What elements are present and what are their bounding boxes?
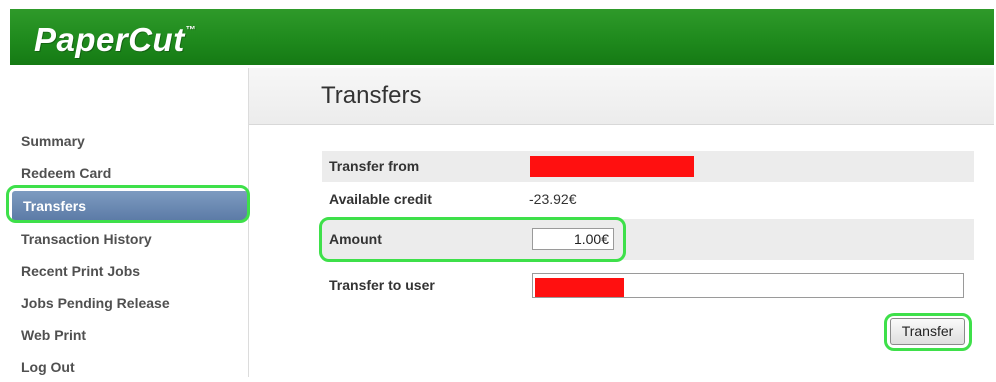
form-row-amount: Amount (322, 219, 974, 260)
logo-text: PaperCut (34, 21, 185, 58)
available-credit-label: Available credit (329, 191, 432, 207)
sidebar-item-recent-print-jobs[interactable]: Recent Print Jobs (10, 256, 248, 286)
form-row-available-credit: Available credit -23.92€ (322, 184, 974, 215)
transfer-button[interactable]: Transfer (890, 318, 965, 345)
sidebar-item-transaction-history[interactable]: Transaction History (10, 224, 248, 254)
papercut-logo: PaperCut™ (34, 21, 196, 59)
available-credit-value: -23.92€ (529, 191, 577, 207)
transfer-to-user-label: Transfer to user (329, 277, 435, 293)
amount-label: Amount (329, 231, 382, 247)
sidebar-item-transfers[interactable]: Transfers (12, 191, 248, 221)
logo-trademark: ™ (185, 25, 197, 36)
sidebar-item-web-print[interactable]: Web Print (10, 320, 248, 350)
sidebar-item-log-out[interactable]: Log Out (10, 352, 248, 382)
transfer-from-label: Transfer from (329, 158, 420, 174)
redacted-transfer-to-user (535, 278, 624, 297)
page-header: Transfers (249, 68, 994, 125)
sidebar-item-jobs-pending-release[interactable]: Jobs Pending Release (10, 288, 248, 318)
top-banner: PaperCut™ (10, 9, 994, 65)
redacted-transfer-from (530, 156, 694, 177)
sidebar-item-summary[interactable]: Summary (10, 126, 248, 156)
sidebar-item-redeem-card[interactable]: Redeem Card (10, 158, 248, 188)
amount-input[interactable]: 1.00€ (532, 228, 614, 250)
sidebar-nav: Summary Redeem Card Transfers Transactio… (10, 68, 249, 377)
page-title: Transfers (321, 82, 422, 109)
